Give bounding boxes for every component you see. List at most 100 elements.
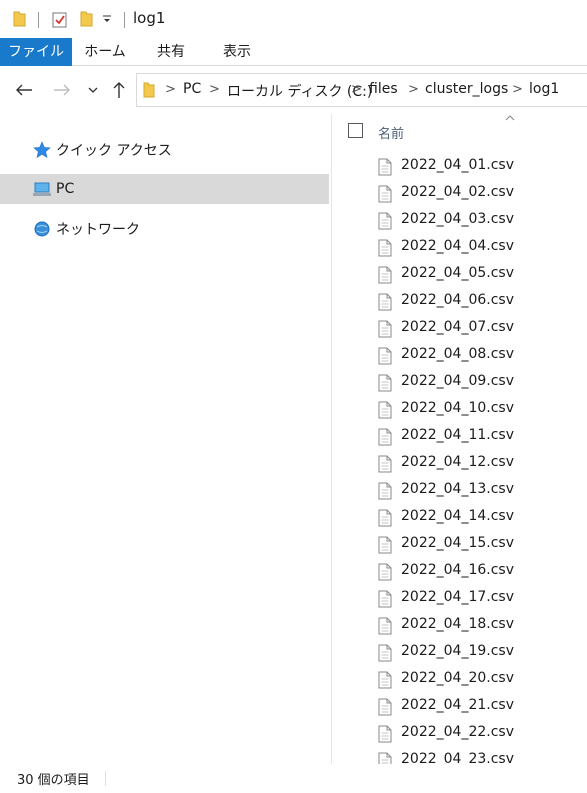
- file-name: 2022_04_03.csv: [401, 211, 514, 227]
- file-row[interactable]: 2022_04_18.csv: [332, 613, 587, 640]
- file-name: 2022_04_04.csv: [401, 238, 514, 254]
- file-row[interactable]: 2022_04_04.csv: [332, 235, 587, 262]
- tab-share[interactable]: 共有: [138, 38, 204, 66]
- file-name: 2022_04_21.csv: [401, 697, 514, 713]
- forward-button[interactable]: [50, 80, 74, 100]
- star-icon: [33, 141, 51, 158]
- file-row[interactable]: 2022_04_03.csv: [332, 208, 587, 235]
- file-name: 2022_04_01.csv: [401, 157, 514, 173]
- file-icon: [378, 698, 392, 716]
- customize-dropdown-icon[interactable]: [101, 12, 113, 26]
- file-icon: [378, 158, 392, 176]
- file-name: 2022_04_14.csv: [401, 508, 514, 524]
- file-row[interactable]: 2022_04_21.csv: [332, 694, 587, 721]
- file-icon: [378, 482, 392, 500]
- file-icon: [378, 320, 392, 338]
- file-icon: [378, 509, 392, 527]
- file-row[interactable]: 2022_04_11.csv: [332, 424, 587, 451]
- file-row[interactable]: 2022_04_09.csv: [332, 370, 587, 397]
- breadcrumb-pc[interactable]: PC: [183, 81, 201, 97]
- sidebar-item-quick-access[interactable]: クイック アクセス: [0, 135, 329, 165]
- breadcrumb-separator: >: [351, 82, 362, 97]
- select-all-checkbox[interactable]: [348, 123, 363, 138]
- file-icon: [378, 536, 392, 554]
- file-row[interactable]: 2022_04_02.csv: [332, 181, 587, 208]
- file-name: 2022_04_02.csv: [401, 184, 514, 200]
- file-icon: [378, 428, 392, 446]
- new-folder-icon[interactable]: [80, 10, 93, 27]
- file-name: 2022_04_08.csv: [401, 346, 514, 362]
- toolbar-separator: [38, 12, 39, 28]
- folder-icon[interactable]: [13, 10, 26, 27]
- file-icon: [378, 185, 392, 203]
- file-row[interactable]: 2022_04_16.csv: [332, 559, 587, 586]
- file-name: 2022_04_05.csv: [401, 265, 514, 281]
- sidebar-item-pc[interactable]: PC: [0, 174, 329, 204]
- breadcrumb-separator: >: [165, 82, 176, 97]
- back-arrow-icon: [16, 84, 32, 96]
- file-icon: [378, 671, 392, 689]
- properties-icon[interactable]: [52, 11, 68, 28]
- file-icon: [378, 293, 392, 311]
- address-bar[interactable]: > PC > ローカル ディスク (C:) > files > cluster_…: [136, 73, 587, 107]
- file-icon: [378, 644, 392, 662]
- title-bar: log1: [0, 0, 587, 38]
- tab-view[interactable]: 表示: [204, 38, 270, 66]
- file-icon: [378, 455, 392, 473]
- file-icon: [378, 590, 392, 608]
- sidebar-item-label: クイック アクセス: [56, 143, 172, 159]
- forward-arrow-icon: [54, 84, 70, 96]
- file-name: 2022_04_16.csv: [401, 562, 514, 578]
- file-row[interactable]: 2022_04_19.csv: [332, 640, 587, 667]
- status-bar: 30 個の項目: [0, 764, 587, 793]
- file-name: 2022_04_09.csv: [401, 373, 514, 389]
- breadcrumb-files[interactable]: files: [369, 81, 398, 97]
- sidebar-item-network[interactable]: ネットワーク: [0, 214, 329, 244]
- file-row[interactable]: 2022_04_14.csv: [332, 505, 587, 532]
- chevron-down-icon: [88, 87, 98, 93]
- file-row[interactable]: 2022_04_15.csv: [332, 532, 587, 559]
- file-row[interactable]: 2022_04_23.csv: [332, 748, 587, 764]
- network-icon: [34, 221, 50, 237]
- file-name: 2022_04_07.csv: [401, 319, 514, 335]
- up-arrow-icon: [113, 82, 125, 98]
- file-row[interactable]: 2022_04_06.csv: [332, 289, 587, 316]
- file-icon: [378, 752, 392, 764]
- file-row[interactable]: 2022_04_12.csv: [332, 451, 587, 478]
- file-icon: [378, 401, 392, 419]
- back-button[interactable]: [12, 80, 36, 100]
- file-icon: [378, 563, 392, 581]
- recent-locations-button[interactable]: [84, 80, 102, 100]
- file-row[interactable]: 2022_04_07.csv: [332, 316, 587, 343]
- file-row[interactable]: 2022_04_13.csv: [332, 478, 587, 505]
- file-name: 2022_04_23.csv: [401, 751, 514, 764]
- file-row[interactable]: 2022_04_22.csv: [332, 721, 587, 748]
- file-row[interactable]: 2022_04_10.csv: [332, 397, 587, 424]
- file-name: 2022_04_12.csv: [401, 454, 514, 470]
- file-name: 2022_04_20.csv: [401, 670, 514, 686]
- file-row[interactable]: 2022_04_01.csv: [332, 154, 587, 181]
- file-icon: [378, 617, 392, 635]
- window-title: log1: [133, 9, 166, 27]
- file-name: 2022_04_13.csv: [401, 481, 514, 497]
- file-icon: [378, 347, 392, 365]
- column-header-name[interactable]: 名前: [378, 123, 404, 142]
- file-row[interactable]: 2022_04_17.csv: [332, 586, 587, 613]
- up-button[interactable]: [108, 80, 130, 100]
- breadcrumb-cluster-logs[interactable]: cluster_logs: [425, 81, 508, 97]
- file-row[interactable]: 2022_04_08.csv: [332, 343, 587, 370]
- file-icon: [378, 725, 392, 743]
- breadcrumb-log1[interactable]: log1: [529, 81, 559, 97]
- item-count: 30 個の項目: [17, 773, 90, 788]
- file-icon: [378, 239, 392, 257]
- sidebar-item-label: PC: [56, 181, 75, 197]
- tab-file[interactable]: ファイル: [0, 38, 72, 66]
- status-separator: [105, 771, 106, 786]
- file-row[interactable]: 2022_04_20.csv: [332, 667, 587, 694]
- file-name: 2022_04_15.csv: [401, 535, 514, 551]
- file-row[interactable]: 2022_04_05.csv: [332, 262, 587, 289]
- file-name: 2022_04_17.csv: [401, 589, 514, 605]
- tab-home[interactable]: ホーム: [72, 38, 138, 66]
- ribbon-tabs: ファイル ホーム 共有 表示: [0, 38, 587, 66]
- file-name: 2022_04_11.csv: [401, 427, 514, 443]
